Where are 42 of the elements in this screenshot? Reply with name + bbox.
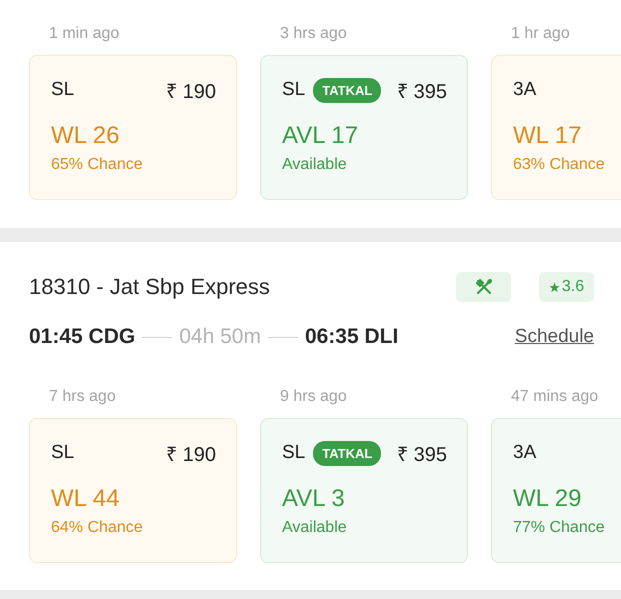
fare-price: ₹ 395 xyxy=(397,80,447,104)
confirm-chance: 77% Chance xyxy=(513,519,606,537)
updated-time: 7 hrs ago xyxy=(48,387,117,407)
class-label: SL xyxy=(51,442,74,464)
updated-time: 9 hrs ago xyxy=(279,387,348,407)
confirm-chance: 64% Chance xyxy=(51,519,144,537)
availability-status: WL 44 xyxy=(51,486,120,512)
class-label: SL xyxy=(282,442,306,464)
train-name: 18310 - Jat Sbp Express xyxy=(29,274,270,300)
fare-price: ₹ 190 xyxy=(166,80,216,104)
class-label: 3A xyxy=(513,442,536,464)
updated-time: 1 min ago xyxy=(48,24,120,44)
arrival-time: 06:35 DLI xyxy=(304,325,398,349)
availability-status: WL 26 xyxy=(51,123,120,149)
confirm-chance: 63% Chance xyxy=(513,156,606,174)
updated-time: 1 hr ago xyxy=(510,24,571,44)
class-label: SL xyxy=(282,79,306,101)
quota-badge: TATKAL xyxy=(313,440,382,466)
availability-card[interactable]: SL TATKAL ₹ 395 AVL 17 Available xyxy=(260,55,468,200)
rating-chip: 3.6 xyxy=(539,272,594,302)
class-label: 3A xyxy=(513,79,536,101)
availability-card[interactable]: 3A WL 17 63% Chance xyxy=(491,55,621,200)
fare-price: ₹ 395 xyxy=(397,442,447,466)
availability-card[interactable]: SL ₹ 190 WL 44 64% Chance xyxy=(29,418,237,563)
availability-status: AVL 17 xyxy=(282,123,360,149)
availability-card[interactable]: 3A WL 29 77% Chance xyxy=(491,418,621,563)
confirm-chance: Available xyxy=(282,156,348,174)
schedule-link[interactable]: Schedule xyxy=(514,326,594,348)
journey-duration: 04h 50m xyxy=(179,325,261,349)
class-label: SL xyxy=(51,79,74,101)
availability-card[interactable]: SL ₹ 190 WL 26 65% Chance xyxy=(29,55,237,200)
quota-badge: TATKAL xyxy=(313,78,382,102)
updated-time: 3 hrs ago xyxy=(279,24,348,44)
availability-card[interactable]: SL TATKAL ₹ 395 AVL 3 Available xyxy=(260,418,468,563)
availability-status: WL 29 xyxy=(513,486,582,512)
updated-time: 47 mins ago xyxy=(510,387,600,407)
fare-price: ₹ 190 xyxy=(166,442,216,466)
departure-time: 01:45 CDG xyxy=(29,325,136,349)
confirm-chance: 65% Chance xyxy=(51,156,144,174)
availability-status: WL 17 xyxy=(513,123,582,149)
availability-status: AVL 3 xyxy=(282,486,346,512)
confirm-chance: Available xyxy=(282,519,348,537)
